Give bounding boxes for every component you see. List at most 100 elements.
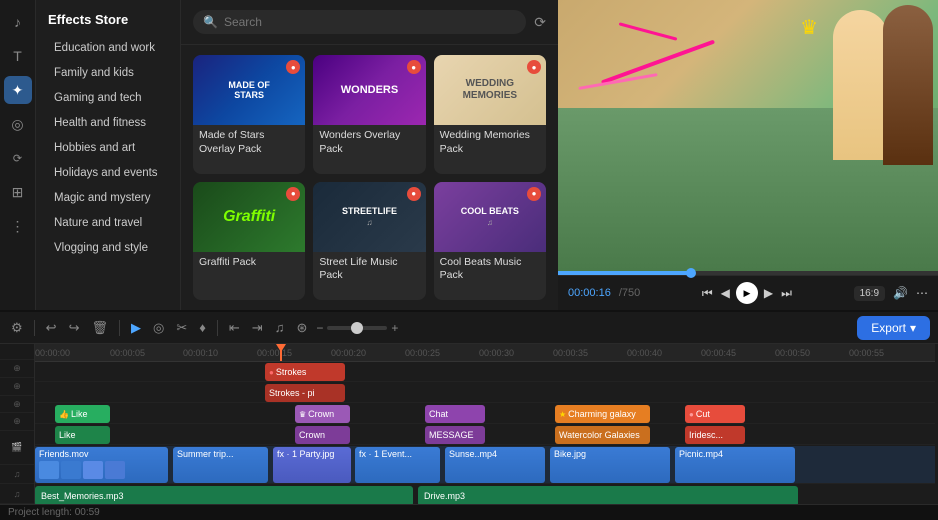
drive-clip[interactable]: Drive.mp3 <box>418 486 798 504</box>
refresh-button[interactable]: ⟳ <box>534 14 546 31</box>
sidebar-item-magic[interactable]: Magic and mystery <box>42 186 174 210</box>
strokes-clip[interactable]: ● Strokes <box>265 363 345 381</box>
wedding-text: WEDDINGMEMORIES <box>463 78 517 102</box>
sidebar-item-holidays[interactable]: Holidays and events <box>42 161 174 185</box>
picnic-clip-label: Picnic.mp4 <box>679 449 791 459</box>
timeline-tracks[interactable]: 00:00:00 00:00:05 00:00:10 00:00:15 00:0… <box>35 344 938 504</box>
progress-bar[interactable] <box>558 271 938 275</box>
effect-card-streetlife[interactable]: STREETLIFE ♫ ● Street Life Music Pack <box>313 182 425 301</box>
audio-tool[interactable]: ♫ <box>272 317 288 338</box>
sidebar-item-family[interactable]: Family and kids <box>42 61 174 85</box>
effects-icon[interactable]: ✦ <box>4 76 32 104</box>
export-dropdown-icon[interactable]: ▾ <box>910 321 916 335</box>
strokes-sub-clip[interactable]: Strokes - pi <box>265 384 345 402</box>
skip-to-start-button[interactable]: ⏮ <box>700 284 715 303</box>
strokes-label: Strokes <box>276 367 307 377</box>
undo-tool[interactable]: ↩ <box>43 317 60 339</box>
redo-tool[interactable]: ↪ <box>66 317 83 339</box>
sidebar-item-hobbies[interactable]: Hobbies and art <box>42 136 174 160</box>
streetlife-text: STREETLIFE <box>342 206 397 216</box>
summer-clip[interactable]: Summer trip... <box>173 447 268 483</box>
like-sub-label: Like <box>59 430 76 440</box>
party-clip[interactable]: fx · 1 Party.jpg <box>273 447 351 483</box>
preview-video: ♛ <box>558 0 938 271</box>
effect-thumb-wonders: ● <box>313 55 425 125</box>
current-time-display: 00:00:16 <box>568 287 611 299</box>
search-input[interactable] <box>224 15 516 29</box>
templates-icon[interactable]: ⊞ <box>4 178 32 206</box>
effect-card-wonders[interactable]: ● Wonders Overlay Pack <box>313 55 425 174</box>
iridesc-clip[interactable]: Iridesc... <box>685 426 745 444</box>
ruler-mark-7: 00:00:35 <box>553 348 588 358</box>
effect-card-made-of-stars[interactable]: ● Made of Stars Overlay Pack <box>193 55 305 174</box>
event-clip[interactable]: fx · 1 Event... <box>355 447 440 483</box>
export-button[interactable]: Export ▾ <box>857 316 930 340</box>
zoom-track[interactable] <box>327 326 387 330</box>
picnic-clip[interactable]: Picnic.mp4 <box>675 447 795 483</box>
sunset-clip-label: Sunse..mp4 <box>449 449 541 459</box>
zoom-out-button[interactable]: − <box>316 321 323 335</box>
skip-to-end-button[interactable]: ⏭ <box>779 284 794 303</box>
progress-fill <box>558 271 691 275</box>
sticker-label-4: ⊕ <box>0 413 34 431</box>
like-clip[interactable]: 👍 Like <box>55 405 110 423</box>
friends-clip[interactable]: Friends.mov <box>35 447 168 483</box>
more-options-button[interactable]: ⋯ <box>916 286 928 300</box>
aspect-ratio-selector[interactable]: 16:9 <box>854 286 885 301</box>
party-clip-label: fx · 1 Party.jpg <box>277 449 347 459</box>
charming-label: Charming galaxy <box>568 409 636 419</box>
like-sub-clip[interactable]: Like <box>55 426 110 444</box>
step-forward-button[interactable]: ▶ <box>762 284 775 302</box>
timeline-ruler: 00:00:00 00:00:05 00:00:10 00:00:15 00:0… <box>35 344 935 362</box>
separator-2 <box>119 320 120 336</box>
back-tool[interactable]: ⇤ <box>226 317 243 339</box>
music-icon[interactable]: ♪ <box>4 8 32 36</box>
sidebar-item-vlogging[interactable]: Vlogging and style <box>42 236 174 260</box>
text-icon[interactable]: T <box>4 42 32 70</box>
message-clip[interactable]: MESSAGE <box>425 426 485 444</box>
sidebar-item-health[interactable]: Health and fitness <box>42 111 174 135</box>
bike-clip[interactable]: Bike.jpg <box>550 447 670 483</box>
magnet-tool[interactable]: ◎ <box>150 317 167 339</box>
preview-scene: ♛ <box>558 0 938 271</box>
sidebar-item-education[interactable]: Education and work <box>42 36 174 60</box>
settings-tool[interactable]: ⚙ <box>8 317 26 339</box>
crown-sub-clip[interactable]: Crown <box>295 426 350 444</box>
ruler-mark-3: 00:00:15 <box>257 348 292 358</box>
effect-card-graffiti[interactable]: Graffiti ● Graffiti Pack <box>193 182 305 301</box>
effect-card-wedding[interactable]: WEDDINGMEMORIES ● Wedding Memories Pack <box>434 55 546 174</box>
razor-tool[interactable]: ▶ <box>128 317 144 339</box>
delete-tool[interactable]: 🗑 <box>88 317 111 339</box>
strokes-sub-row: Strokes - pi <box>35 383 935 403</box>
forward-tool[interactable]: ⇥ <box>249 317 266 339</box>
best-memories-clip[interactable]: Best_Memories.mp3 <box>35 486 413 504</box>
audio-label-2: ♫ <box>0 484 34 504</box>
overlay-icon[interactable]: ◎ <box>4 110 32 138</box>
timeline-area: ⚙ ↩ ↪ 🗑 ▶ ◎ ✂ ♦ ⇤ ⇥ ♫ ⊛ − + Export <box>0 310 938 520</box>
more-icon[interactable]: ⋮ <box>4 212 32 240</box>
zoom-controls: − + <box>316 321 398 335</box>
marker-tool[interactable]: ♦ <box>196 317 209 338</box>
pro-badge: ● <box>407 60 421 74</box>
playhead[interactable] <box>280 344 282 361</box>
transitions-icon[interactable]: ⟳ <box>4 144 32 172</box>
drive-label: Drive.mp3 <box>424 491 465 501</box>
step-back-button[interactable]: ◀ <box>719 284 732 302</box>
play-pause-button[interactable]: ▶ <box>736 282 758 304</box>
sunset-clip[interactable]: Sunse..mp4 <box>445 447 545 483</box>
sidebar-item-nature[interactable]: Nature and travel <box>42 211 174 235</box>
cut-clip[interactable]: ● Cut <box>685 405 745 423</box>
chat-clip[interactable]: Chat <box>425 405 485 423</box>
total-time-display: /750 <box>619 287 640 299</box>
effect-card-coolbeats[interactable]: COOL BEATS ♫ ● Cool Beats Music Pack <box>434 182 546 301</box>
link-tool[interactable]: ⊛ <box>293 317 310 339</box>
watercolor-clip[interactable]: Watercolor Galaxies <box>555 426 650 444</box>
sidebar-item-gaming[interactable]: Gaming and tech <box>42 86 174 110</box>
crown-clip[interactable]: ♛ Crown <box>295 405 350 423</box>
charming-clip[interactable]: ★ Charming galaxy <box>555 405 650 423</box>
video-label: 🎬 <box>0 431 34 465</box>
cut-tool[interactable]: ✂ <box>173 317 190 339</box>
volume-button[interactable]: 🔊 <box>893 286 908 300</box>
strokes-sub-label: Strokes - pi <box>269 388 315 398</box>
zoom-in-button[interactable]: + <box>391 321 398 335</box>
